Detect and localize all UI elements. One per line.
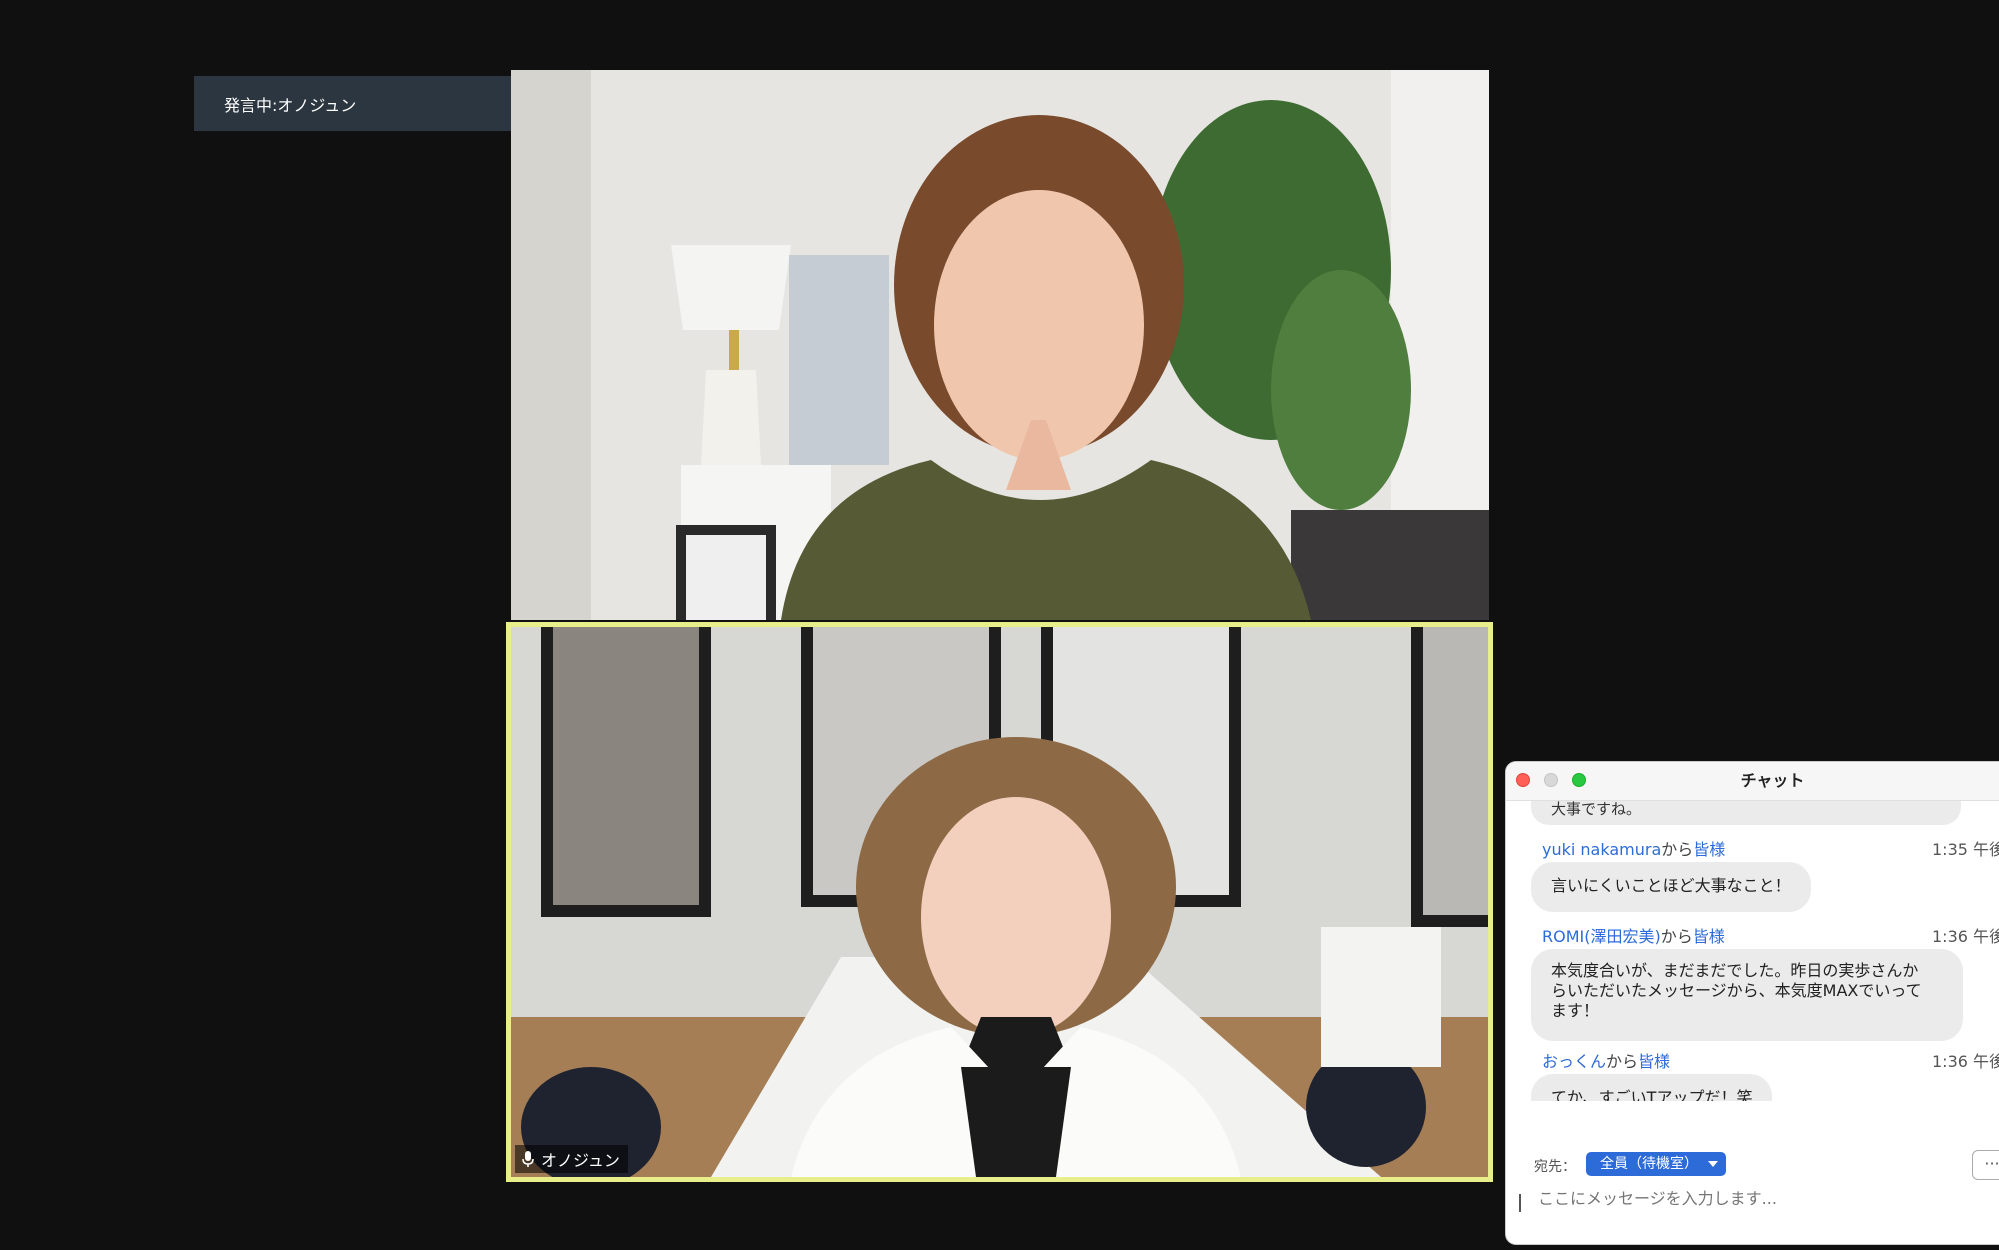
participant-video-bottom bbox=[511, 627, 1488, 1177]
message-time: 1:35 午後 bbox=[1932, 840, 1999, 859]
chat-message-bubble: 言いにくいことほど大事なこと！ bbox=[1531, 862, 1811, 912]
more-options-button[interactable]: ··· bbox=[1972, 1150, 1999, 1180]
message-sender[interactable]: yuki nakamura bbox=[1542, 840, 1661, 859]
chat-message-bubble: てか、すごいTアップだ！笑 bbox=[1531, 1074, 1773, 1101]
microphone-icon bbox=[522, 1151, 534, 1167]
chat-message-list[interactable]: 大事ですね。 yuki nakamuraから皆様 1:35 午後 言いにくいこと… bbox=[1506, 801, 1999, 1101]
chat-message-bubble-partial: 大事ですね。 bbox=[1531, 801, 1961, 825]
video-tile-bottom-active[interactable]: オノジュン bbox=[506, 622, 1493, 1182]
chat-message-header: ROMI(澤田宏美)から皆様 1:36 午後 bbox=[1542, 923, 1999, 946]
chevron-down-icon bbox=[1708, 1161, 1718, 1167]
chat-message-header: おっくんから皆様 1:36 午後 bbox=[1542, 1048, 1999, 1071]
participant-video-top bbox=[511, 70, 1489, 620]
participant-name: オノジュン bbox=[541, 1151, 620, 1170]
chat-message-header: yuki nakamuraから皆様 1:35 午後 bbox=[1542, 836, 1999, 859]
message-time: 1:36 午後 bbox=[1932, 1052, 1999, 1071]
message-time: 1:36 午後 bbox=[1932, 927, 1999, 946]
chat-message-bubble: 本気度合いが、まだまだでした。昨日の実歩さんか らいただいたメッセージから、本気… bbox=[1531, 949, 1963, 1041]
message-recipient[interactable]: 皆様 bbox=[1638, 1052, 1670, 1071]
text-cursor bbox=[1519, 1194, 1521, 1212]
video-tile-top[interactable] bbox=[511, 70, 1489, 620]
message-recipient[interactable]: 皆様 bbox=[1693, 840, 1725, 859]
chat-titlebar[interactable]: チャット bbox=[1506, 762, 1999, 801]
chat-panel: チャット 大事ですね。 yuki nakamuraから皆様 1:35 午後 言い… bbox=[1506, 762, 1999, 1244]
chat-message-input[interactable] bbox=[1536, 1188, 1980, 1209]
chat-title: チャット bbox=[1740, 771, 1805, 790]
recipient-dropdown[interactable]: 全員（待機室） bbox=[1586, 1152, 1726, 1176]
participant-name-tag: オノジュン bbox=[515, 1145, 628, 1173]
active-speaker-label: 発言中:オノジュン bbox=[194, 76, 533, 131]
chat-compose-area: 宛先： 全員（待機室） ··· bbox=[1506, 1142, 1999, 1242]
message-sender[interactable]: ROMI(澤田宏美) bbox=[1542, 927, 1661, 946]
message-sender[interactable]: おっくん bbox=[1542, 1052, 1606, 1071]
message-recipient[interactable]: 皆様 bbox=[1693, 927, 1725, 946]
recipient-label: 宛先： bbox=[1534, 1159, 1576, 1175]
